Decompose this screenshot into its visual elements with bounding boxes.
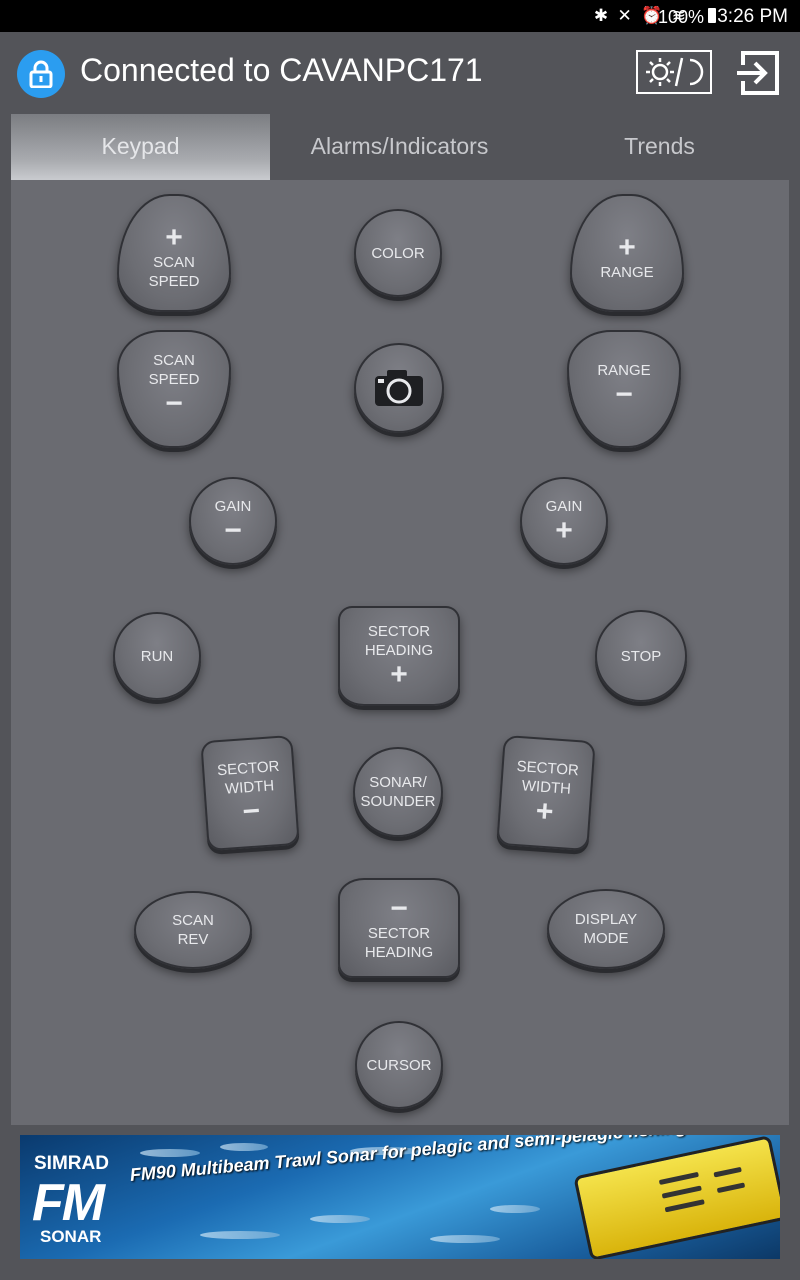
scan-speed-minus-button[interactable]: SCAN SPEED − — [117, 330, 231, 448]
range-plus-button[interactable]: + RANGE — [570, 194, 684, 312]
device-slot — [661, 1185, 702, 1199]
battery-percent: 100% — [657, 7, 704, 27]
fish-decoration — [430, 1235, 500, 1243]
range-minus-button[interactable]: RANGE − — [567, 330, 681, 448]
device-slot — [713, 1166, 742, 1178]
clock: 3:26 PM — [717, 6, 788, 27]
device-slot — [658, 1171, 699, 1186]
sector-width-minus-button[interactable]: SECTOR WIDTH − — [200, 734, 300, 852]
exit-button[interactable] — [733, 49, 781, 102]
camera-button[interactable] — [354, 343, 444, 433]
display-mode-button[interactable]: DISPLAY MODE — [547, 889, 665, 969]
scan-speed-plus-button[interactable]: + SCAN SPEED — [117, 194, 231, 312]
stop-button[interactable]: STOP — [595, 610, 687, 702]
gain-plus-button[interactable]: GAIN + — [520, 477, 608, 565]
app-bar: Connected to CAVANPC171 — [0, 32, 800, 114]
tab-trends[interactable]: Trends — [530, 114, 789, 180]
fish-decoration — [200, 1231, 280, 1239]
keypad-panel: + SCAN SPEED COLOR + RANGE SCAN SPEED − … — [11, 180, 789, 1125]
scan-rev-button[interactable]: SCAN REV — [134, 891, 252, 969]
simrad-banner-ad[interactable]: SIMRAD FM SONAR FM90 Multibeam Trawl Son… — [20, 1135, 780, 1259]
fish-decoration — [490, 1205, 540, 1213]
device-slot — [664, 1199, 705, 1213]
tab-keypad[interactable]: Keypad — [11, 114, 270, 180]
tab-alarms-indicators[interactable]: Alarms/Indicators — [270, 114, 529, 180]
battery-icon — [708, 8, 716, 23]
sun-moon-toggle-icon — [646, 57, 704, 87]
cursor-button[interactable]: CURSOR — [355, 1021, 443, 1109]
gain-minus-button[interactable]: GAIN − — [189, 477, 277, 565]
sonar-device-image — [573, 1135, 780, 1259]
status-bar: ✱ ✕ ⏰ ≋ 100% 3:26 PM — [0, 0, 800, 32]
brand-fm-logo: FM — [32, 1174, 105, 1232]
exit-icon — [737, 51, 779, 95]
sonar-sounder-button[interactable]: SONAR/ SOUNDER — [353, 747, 443, 837]
brand-simrad: SIMRAD — [34, 1153, 109, 1174]
sector-heading-minus-button[interactable]: − SECTOR HEADING — [338, 878, 460, 978]
device-slot — [716, 1182, 746, 1194]
fish-decoration — [310, 1215, 370, 1223]
run-button[interactable]: RUN — [113, 612, 201, 700]
tab-bar: Keypad Alarms/Indicators Trends — [11, 114, 789, 180]
fish-decoration — [220, 1143, 268, 1151]
day-night-toggle-button[interactable] — [636, 50, 712, 94]
color-button[interactable]: COLOR — [354, 209, 442, 297]
lock-icon[interactable] — [17, 50, 65, 98]
camera-icon — [375, 370, 423, 406]
sector-heading-plus-button[interactable]: SECTOR HEADING + — [338, 606, 460, 706]
sector-width-plus-button[interactable]: SECTOR WIDTH + — [496, 734, 596, 852]
fish-decoration — [140, 1149, 200, 1157]
brand-sonar: SONAR — [40, 1227, 102, 1246]
connection-title: Connected to CAVANPC171 — [80, 52, 483, 88]
